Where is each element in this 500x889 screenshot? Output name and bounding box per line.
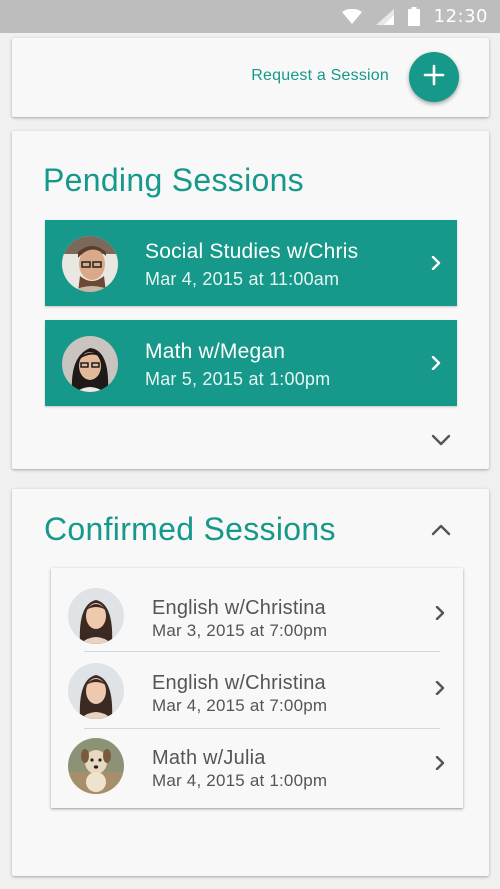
chevron-right-icon <box>431 255 441 275</box>
status-time: 12:30 <box>433 6 488 27</box>
avatar <box>68 588 124 644</box>
confirmed-sessions-card: Confirmed Sessions English w/Christina M… <box>12 489 489 876</box>
cell-signal-icon <box>375 8 394 25</box>
pending-session-item[interactable]: Social Studies w/Chris Mar 4, 2015 at 11… <box>45 220 457 306</box>
confirmed-session-item[interactable]: English w/Christina Mar 4, 2015 at 7:00p… <box>51 643 463 719</box>
avatar <box>62 336 118 392</box>
session-date: Mar 4, 2015 at 7:00pm <box>152 696 328 715</box>
session-date: Mar 5, 2015 at 1:00pm <box>145 369 331 389</box>
pending-sessions-card: Pending Sessions Social Studies w/Chris … <box>12 131 489 469</box>
chevron-right-icon <box>435 755 445 775</box>
session-date: Mar 3, 2015 at 7:00pm <box>152 621 328 640</box>
avatar <box>68 738 124 794</box>
battery-icon <box>407 7 420 26</box>
confirmed-sessions-title: Confirmed Sessions <box>44 511 336 547</box>
status-bar: 12:30 <box>0 0 500 33</box>
pending-sessions-title: Pending Sessions <box>43 162 304 198</box>
plus-icon <box>423 64 445 91</box>
request-session-link[interactable]: Request a Session <box>251 67 389 85</box>
session-title: Math w/Julia <box>152 747 266 769</box>
request-session-card: Request a Session <box>12 38 489 117</box>
pending-session-item[interactable]: Math w/Megan Mar 5, 2015 at 1:00pm <box>45 320 457 406</box>
wifi-icon <box>341 8 362 25</box>
chevron-right-icon <box>431 355 441 375</box>
chevron-right-icon <box>435 605 445 625</box>
session-date: Mar 4, 2015 at 1:00pm <box>152 771 328 790</box>
session-title: Social Studies w/Chris <box>145 240 359 263</box>
avatar <box>68 663 124 719</box>
chevron-right-icon <box>435 680 445 700</box>
add-session-button[interactable] <box>409 52 459 102</box>
confirmed-sessions-list: English w/Christina Mar 3, 2015 at 7:00p… <box>51 568 463 808</box>
confirmed-session-item[interactable]: Math w/Julia Mar 4, 2015 at 1:00pm <box>51 718 463 794</box>
chevron-up-icon[interactable] <box>431 523 451 541</box>
chevron-down-icon[interactable] <box>431 433 451 451</box>
session-date: Mar 4, 2015 at 11:00am <box>145 269 340 289</box>
confirmed-session-item[interactable]: English w/Christina Mar 3, 2015 at 7:00p… <box>51 568 463 644</box>
avatar <box>62 236 118 292</box>
session-title: Math w/Megan <box>145 340 286 363</box>
session-title: English w/Christina <box>152 672 326 694</box>
session-title: English w/Christina <box>152 597 326 619</box>
